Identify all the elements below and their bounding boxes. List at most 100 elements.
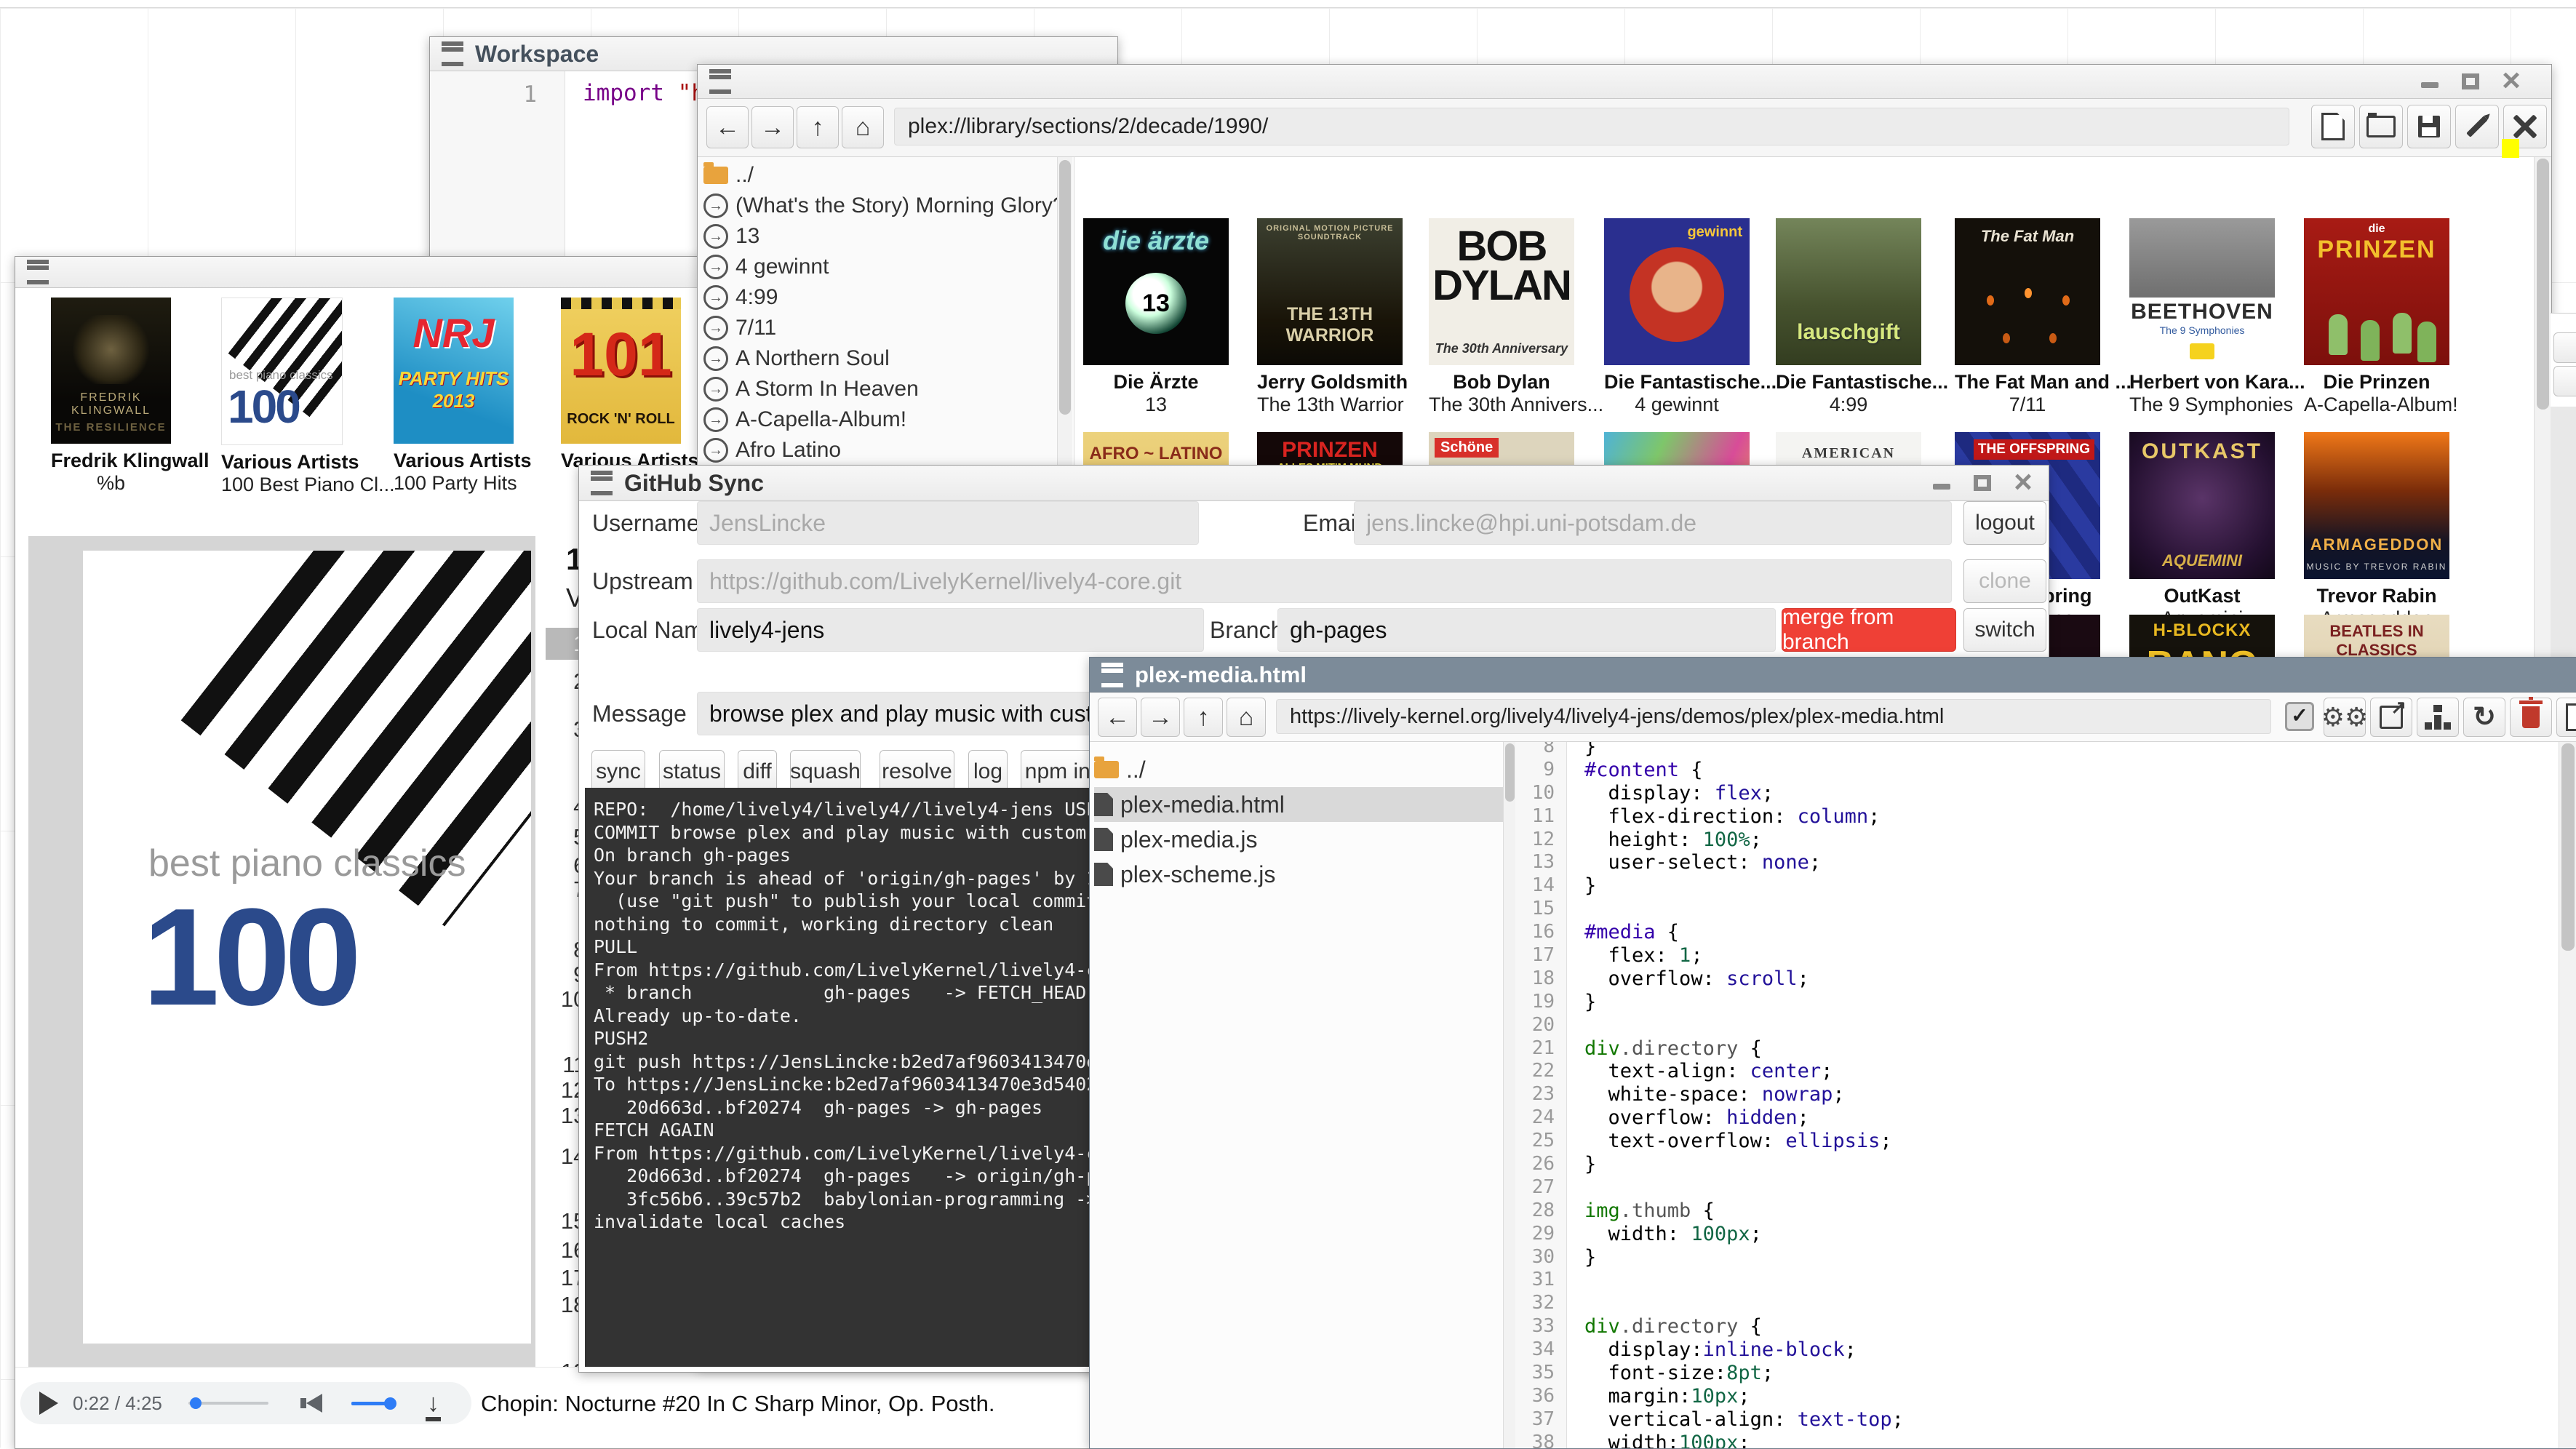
log-button[interactable]: log	[968, 750, 1008, 794]
album-tile[interactable]: die ärzteDie Ärzte13	[1083, 218, 1229, 416]
file-item[interactable]: plex-media.html	[1094, 787, 1503, 822]
album-cover[interactable]: OUTKASTAQUEMINI	[2129, 432, 2275, 579]
album-tile[interactable]: NRJPARTY HITS 2013Various Artists100 Par…	[394, 298, 514, 495]
album-cover[interactable]: PRINZENdie	[2304, 218, 2449, 365]
github-titlebar[interactable]: GitHub Sync ×	[579, 466, 2049, 501]
plex-titlebar[interactable]: ×	[698, 65, 2551, 99]
menu-icon[interactable]	[27, 260, 49, 284]
merge-from-branch-button[interactable]: merge from branch	[1782, 608, 1956, 652]
album-cover[interactable]: The Fat Man	[1955, 218, 2100, 365]
up-button[interactable]: ↑	[1184, 698, 1223, 737]
refresh-button[interactable]: ↻	[2463, 698, 2505, 737]
open-external-button[interactable]	[2370, 698, 2412, 737]
sidebar-item[interactable]: →7/11	[703, 313, 776, 343]
menu-icon[interactable]	[591, 471, 613, 495]
sidebar-item[interactable]: →(What's the Story) Morning Glory?	[703, 191, 1065, 221]
sidebar-item[interactable]: →A-Capella-Album!	[703, 404, 906, 435]
minimize-button[interactable]	[1931, 472, 1953, 494]
album-cover[interactable]: 101ROCK 'N' ROLL	[561, 298, 681, 444]
squash-button[interactable]: squash	[790, 750, 861, 794]
album-tile[interactable]: OUTKASTAQUEMINIOutKastAquemini	[2129, 432, 2275, 630]
forward-button[interactable]: →	[1141, 698, 1180, 737]
album-tile[interactable]: FREDRIK KLINGWALLTHE RESILIENCEFredrik K…	[51, 298, 171, 495]
seek-slider[interactable]	[188, 1402, 268, 1405]
download-icon[interactable]: ↓	[427, 1392, 439, 1414]
album-tile[interactable]: PRINZENdieDie PrinzenA-Capella-Album!	[2304, 218, 2449, 416]
sidebar-item[interactable]: →4 gewinnt	[703, 252, 829, 282]
logout-button[interactable]: logout	[1963, 501, 2046, 545]
editor-scrollbar[interactable]	[2559, 742, 2576, 1448]
album-cover[interactable]: BOB DYLANThe 30th Anniversary	[1429, 218, 1574, 365]
new-file-button[interactable]	[2556, 698, 2576, 737]
album-tile[interactable]: 101ROCK 'N' ROLLVarious Artists	[561, 298, 681, 472]
status-button[interactable]: status	[659, 750, 725, 794]
album-tile[interactable]: ARMAGEDDONMUSIC BY TREVOR RABINTrevor Ra…	[2304, 432, 2449, 630]
file-item[interactable]: plex-scheme.js	[1094, 857, 1503, 892]
file-item[interactable]: plex-media.js	[1094, 822, 1503, 857]
home-button[interactable]: ⌂	[842, 106, 884, 148]
forward-button[interactable]: →	[751, 106, 794, 148]
settings-button[interactable]: ⚙⚙	[2324, 698, 2366, 737]
sitemap-button[interactable]	[2417, 698, 2459, 737]
album-cover[interactable]: die ärzte	[1083, 218, 1229, 365]
album-cover[interactable]: ARMAGEDDONMUSIC BY TREVOR RABIN	[2304, 432, 2449, 579]
up-button[interactable]: ↑	[797, 106, 839, 148]
menu-icon[interactable]	[709, 69, 731, 94]
album-tile[interactable]: BEETHOVENThe 9 SymphoniesHerbert von Kar…	[2129, 218, 2275, 416]
file-item[interactable]: ../	[1094, 752, 1503, 787]
sidebar-item[interactable]: →13	[703, 221, 759, 252]
menu-icon[interactable]	[1101, 663, 1123, 687]
upstream-input[interactable]	[697, 559, 1952, 603]
seek-handle[interactable]	[190, 1397, 202, 1409]
album-cover[interactable]: gewinnt	[1604, 218, 1750, 365]
localname-input[interactable]	[697, 608, 1204, 652]
volume-icon[interactable]	[306, 1394, 322, 1413]
album-tile[interactable]: lauschgiftDie Fantastische...4:99	[1776, 218, 1921, 416]
album-tile[interactable]: best piano classics100Various Artists100…	[221, 298, 341, 496]
back-button[interactable]: ←	[1098, 698, 1137, 737]
album-tile[interactable]: THE 13TH WARRIORORIGINAL MOTION PICTURE …	[1257, 218, 1403, 416]
album-cover[interactable]: BEETHOVENThe 9 Symphonies	[2129, 218, 2275, 365]
edit-button[interactable]	[2455, 105, 2499, 148]
auto-save-toggle[interactable]: ✓	[2283, 700, 2316, 733]
maximize-button[interactable]	[1971, 472, 1993, 494]
album-tile[interactable]: The Fat ManThe Fat Man and ...7/11	[1955, 218, 2100, 416]
resolve-button[interactable]: resolve	[880, 750, 954, 794]
url-input[interactable]	[894, 108, 2289, 145]
sync-button[interactable]: sync	[591, 750, 645, 794]
username-input[interactable]	[697, 501, 1199, 545]
play-button[interactable]	[39, 1392, 58, 1415]
sidebar-item[interactable]: →A Storm In Heaven	[703, 374, 919, 404]
maximize-button[interactable]	[2460, 71, 2481, 92]
open-folder-button[interactable]	[2359, 105, 2403, 148]
clone-button[interactable]: clone	[1963, 559, 2046, 603]
email-input[interactable]	[1354, 501, 1952, 545]
album-cover[interactable]: NRJPARTY HITS 2013	[394, 298, 514, 444]
sidebar-item[interactable]: →4:99	[703, 282, 778, 313]
minimize-button[interactable]	[2419, 71, 2441, 92]
album-cover[interactable]: best piano classics100	[221, 298, 343, 445]
album-cover[interactable]: THE 13TH WARRIORORIGINAL MOTION PICTURE …	[1257, 218, 1403, 365]
branch-input[interactable]	[1277, 608, 1776, 652]
save-button[interactable]	[2407, 105, 2451, 148]
album-cover[interactable]: lauschgift	[1776, 218, 1921, 365]
delete-button[interactable]	[2510, 698, 2552, 737]
partial-button[interactable]	[2553, 366, 2576, 396]
volume-slider[interactable]	[351, 1402, 395, 1405]
code-editor[interactable]: }#content { display: flex; flex-directio…	[1567, 742, 2559, 1448]
sidebar-item[interactable]: →Afro Latino	[703, 435, 841, 466]
volume-handle[interactable]	[384, 1397, 396, 1410]
audio-controls[interactable]: 0:22 / 4:25 ↓	[20, 1382, 471, 1424]
album-cover[interactable]: FREDRIK KLINGWALLTHE RESILIENCE	[51, 298, 171, 444]
album-tile[interactable]: gewinntDie Fantastische...4 gewinnt	[1604, 218, 1750, 416]
menu-icon[interactable]	[442, 41, 463, 66]
close-button[interactable]: ×	[2500, 71, 2522, 92]
sidebar-item[interactable]: →A Northern Soul	[703, 343, 890, 374]
editor-titlebar[interactable]: plex-media.html	[1090, 658, 2576, 692]
album-tile[interactable]: BOB DYLANThe 30th AnniversaryBob DylanTh…	[1429, 218, 1574, 416]
file-list-scrollbar[interactable]	[1503, 742, 1516, 1448]
home-button[interactable]: ⌂	[1227, 698, 1266, 737]
switch-button[interactable]: switch	[1963, 608, 2046, 652]
diff-button[interactable]: diff	[738, 750, 777, 794]
sidebar-item[interactable]: ../	[703, 160, 754, 191]
